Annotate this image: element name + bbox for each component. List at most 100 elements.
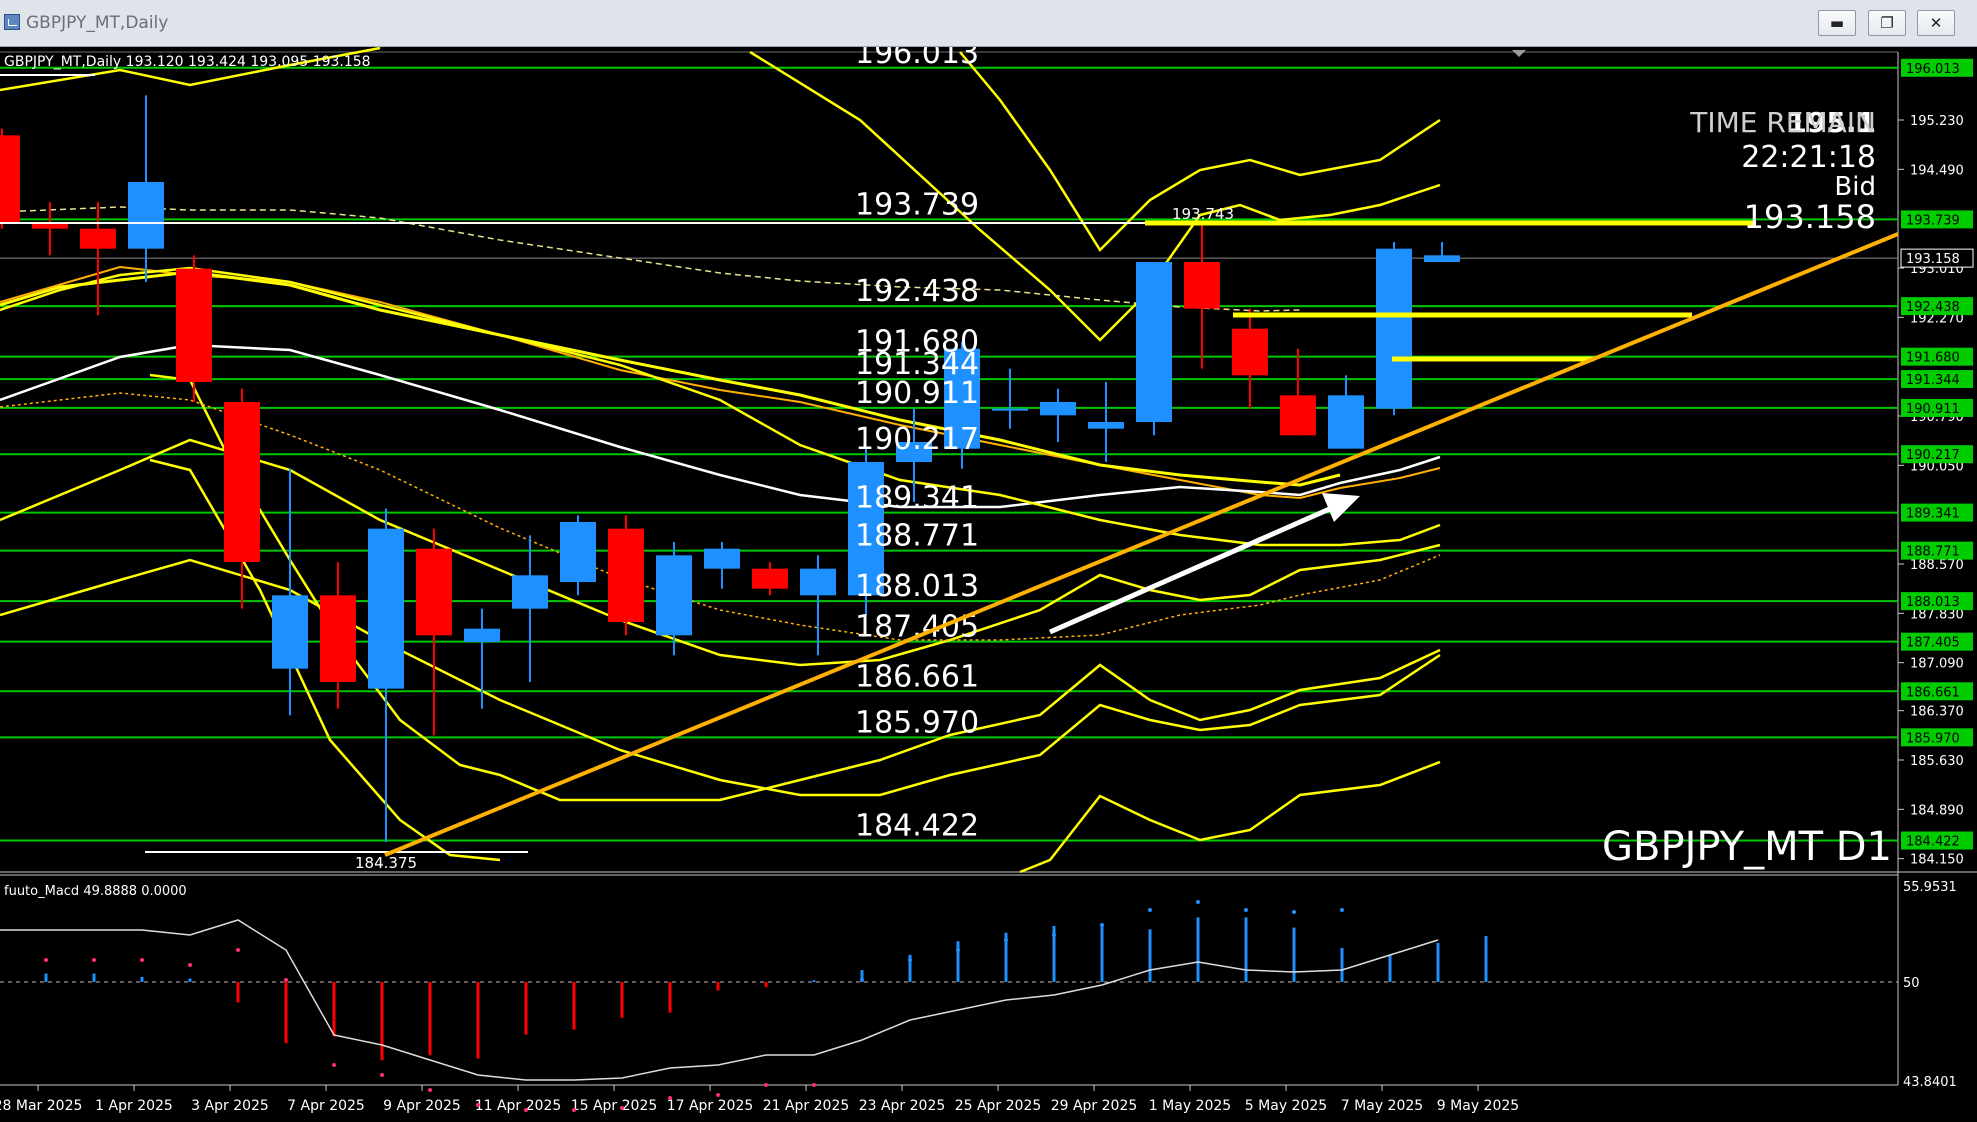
level-label: 192.438 (855, 274, 979, 309)
bull-candle (656, 555, 692, 636)
date-axis-label: 9 May 2025 (1437, 1098, 1519, 1114)
macd-dot (1196, 900, 1200, 904)
macd-dot (1052, 933, 1056, 937)
bear-candle (0, 135, 20, 222)
price-axis-label: 187.090 (1910, 657, 1964, 672)
bid-price-tag-label: 193.158 (1906, 252, 1960, 267)
bull-candle (1376, 248, 1412, 409)
chart-area[interactable]: 195.230 194.490 193.010 192.270 190.790 190.0… (0, 36, 1977, 1118)
macd-dot (860, 978, 864, 982)
macd-axis-bottom: 43.8401 (1903, 1075, 1957, 1090)
level-label: 187.405 (855, 610, 979, 645)
bull-candle (800, 568, 836, 596)
minimize-button[interactable]: ▬ (1818, 10, 1856, 36)
price-axis-label: 195.230 (1910, 114, 1964, 129)
bull-candle (992, 408, 1028, 411)
macd-dot (332, 1063, 336, 1067)
date-axis-label: 5 May 2025 (1245, 1098, 1327, 1114)
date-axis-label: 21 Apr 2025 (763, 1098, 850, 1114)
macd-dot (428, 1088, 432, 1092)
bear-candle (224, 402, 260, 562)
macd-axis-top: 55.9531 (1903, 880, 1957, 895)
level-label: 190.217 (855, 422, 979, 457)
macd-dot (908, 958, 912, 962)
date-axis-label: 7 May 2025 (1341, 1098, 1423, 1114)
macd-dot (1100, 923, 1104, 927)
date-axis-label: 1 May 2025 (1149, 1098, 1231, 1114)
level-label: 188.013 (855, 569, 979, 604)
level-price-tag-label: 191.344 (1906, 373, 1960, 388)
level-price-tag-label: 190.911 (1906, 402, 1960, 417)
close-icon: ✕ (1929, 14, 1943, 32)
bear-candle (416, 548, 452, 636)
chart-info-line: GBPJPY_MT,Daily 193.120 193.424 193.095 … (4, 54, 371, 70)
bull-candle (368, 528, 404, 689)
bull-candle (512, 575, 548, 609)
bull-candle (704, 548, 740, 569)
level-price-tag-label: 185.970 (1906, 731, 1960, 746)
level-price-tag-label: 188.771 (1906, 545, 1960, 560)
bear-candle (320, 595, 356, 682)
date-axis-label: 23 Apr 2025 (859, 1098, 946, 1114)
level-price-tag-label: 186.661 (1906, 685, 1960, 700)
price-axis-label: 194.490 (1910, 163, 1964, 178)
bull-candle (1088, 422, 1124, 429)
level-label: 184.422 (855, 809, 979, 844)
bull-candle (272, 595, 308, 669)
level-price-tag-label: 196.013 (1906, 62, 1960, 77)
bear-candle (608, 528, 644, 622)
level-label: 185.970 (855, 705, 979, 740)
macd-axis-mid: 50 (1903, 976, 1920, 991)
bear-candle (752, 568, 788, 589)
date-axis-label: 17 Apr 2025 (667, 1098, 754, 1114)
high-marker: 193.743 (1172, 205, 1234, 223)
level-label: 190.911 (855, 376, 979, 411)
close-button[interactable]: ✕ (1917, 10, 1955, 36)
date-axis-label: 1 Apr 2025 (95, 1098, 173, 1114)
macd-dot (140, 958, 144, 962)
macd-dot (1292, 910, 1296, 914)
date-axis-label: 11 Apr 2025 (475, 1098, 562, 1114)
macd-dot (716, 1093, 720, 1097)
level-label: 186.661 (855, 659, 979, 694)
date-axis-label: 29 Apr 2025 (1051, 1098, 1138, 1114)
level-price-tag-label: 190.217 (1906, 448, 1960, 463)
macd-dot (284, 978, 288, 982)
restore-button[interactable]: ❐ (1868, 10, 1906, 36)
price-axis-label: 186.370 (1910, 705, 1964, 720)
price-chart[interactable]: 195.230194.490193.010192.270190.790190.0… (0, 36, 1977, 1118)
level-price-tag-label: 184.422 (1906, 835, 1960, 850)
macd-dot (1148, 908, 1152, 912)
macd-dot (1340, 908, 1344, 912)
window-titlebar: GBPJPY_MT,Daily ▬ ❐ ✕ (0, 0, 1977, 47)
date-axis-label: 3 Apr 2025 (191, 1098, 269, 1114)
bull-candle (128, 182, 164, 249)
window-title: GBPJPY_MT,Daily (26, 13, 169, 33)
bear-candle (80, 228, 116, 249)
time-remain-label: TIME REMAIN (1689, 106, 1876, 139)
level-price-tag-label: 191.680 (1906, 351, 1960, 366)
macd-dot (524, 1108, 528, 1112)
bull-candle (1328, 395, 1364, 449)
macd-dot (1244, 908, 1248, 912)
bear-candle (1280, 395, 1316, 436)
level-price-tag-label: 189.341 (1906, 507, 1960, 522)
bull-candle (1424, 255, 1460, 262)
price-axis-label: 185.630 (1910, 754, 1964, 769)
macd-dot (956, 948, 960, 952)
price-axis-label: 184.890 (1910, 803, 1964, 818)
bull-candle (1136, 262, 1172, 422)
macd-dot (1004, 938, 1008, 942)
level-label: 193.739 (855, 187, 979, 222)
level-price-tag-label: 193.739 (1906, 213, 1960, 228)
restore-icon: ❐ (1880, 14, 1894, 32)
level-label: 189.341 (855, 481, 979, 516)
macd-dot (812, 1083, 816, 1087)
macd-dot (668, 1096, 672, 1100)
macd-dot (476, 1103, 480, 1107)
bid-value: 193.158 (1744, 198, 1876, 236)
macd-dot (236, 948, 240, 952)
date-axis-label: 15 Apr 2025 (571, 1098, 658, 1114)
macd-title: fuuto_Macd 49.8888 0.0000 (4, 884, 187, 899)
low-marker: 184.375 (355, 854, 417, 872)
